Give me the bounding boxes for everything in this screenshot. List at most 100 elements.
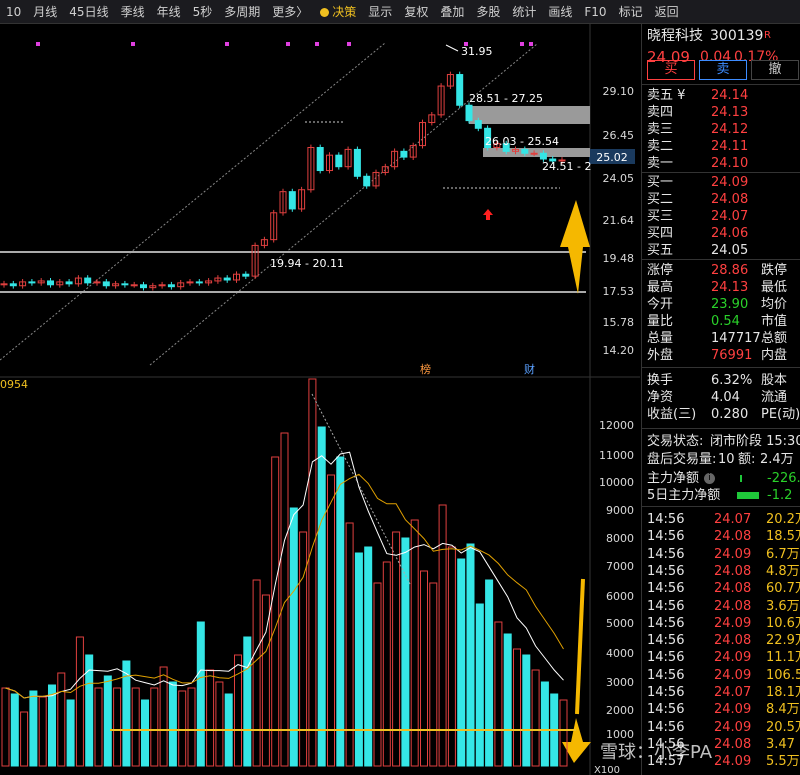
candle-body — [539, 152, 547, 160]
stat-label-2: 总额 — [761, 331, 788, 346]
candle-body — [84, 277, 92, 284]
kline-chart-area[interactable]: 29.10 26.45 24.05 21.64 19.48 17.53 15.78 14.20… — [0, 24, 640, 775]
divider — [642, 506, 800, 507]
volume-bar — [168, 681, 177, 767]
toolbar-item-6[interactable]: 多周期 — [218, 0, 266, 24]
sell-button[interactable]: 卖 — [699, 60, 747, 80]
toolbar-item-5[interactable]: 5秒 — [187, 0, 219, 24]
tick-row: 14:56 24.08 18.5万 — [642, 528, 800, 545]
volume-axis-label: 3000 — [606, 676, 634, 689]
toolbar-item-11[interactable]: 叠加 — [434, 0, 470, 24]
volume-bar — [48, 684, 56, 767]
candle-body — [363, 175, 371, 187]
capital-flow-label: 主力净额 — [647, 471, 700, 486]
toolbar-item-1[interactable]: 月线 — [27, 0, 63, 24]
toolbar-item-13[interactable]: 统计 — [506, 0, 542, 24]
ask-row: 卖二 24.11 — [642, 138, 800, 155]
volume-bar — [401, 537, 410, 767]
bid-label: 买一 — [647, 175, 674, 190]
volume-bar — [196, 621, 205, 767]
stat-label: 量比 — [647, 314, 674, 329]
ask-row: 卖五 ¥ 24.14 — [642, 87, 800, 104]
volume-bar — [420, 570, 428, 767]
toolbar-item-4[interactable]: 年线 — [151, 0, 187, 24]
volume-bar — [178, 690, 187, 767]
signal-marker — [131, 42, 135, 46]
toolbar-item-12[interactable]: 多股 — [470, 0, 506, 24]
price-axis-label: 15.78 — [603, 316, 635, 329]
volume-bar — [66, 699, 75, 767]
watermark-text: 雪球：小李PA — [600, 742, 713, 763]
stock-flag: R — [764, 30, 771, 41]
volume-bar — [382, 561, 391, 767]
trade-status-label: 交易状态: — [647, 434, 704, 449]
toolbar-item-0[interactable]: 10 — [0, 0, 27, 24]
toolbar-item-3[interactable]: 季线 — [115, 0, 151, 24]
tick-price: 24.08 — [714, 563, 752, 579]
red-up-arrow-icon — [483, 209, 493, 220]
tick-time: 14:56 — [647, 685, 685, 700]
ask-price: 24.12 — [711, 122, 749, 137]
volume-bar — [215, 681, 224, 767]
bid-row: 买一 24.09 — [642, 174, 800, 191]
ask-label: 卖二 — [647, 139, 674, 154]
tick-price: 24.07 — [714, 512, 752, 527]
candle-body — [158, 284, 166, 287]
info-icon[interactable]: i — [704, 473, 715, 484]
candle-body — [465, 104, 473, 122]
event-mark-bang: 榜 — [420, 362, 431, 376]
tick-volume: 11.1万 — [766, 650, 800, 666]
toolbar-item-9[interactable]: 显示 — [362, 0, 398, 24]
volume-bar — [327, 474, 335, 767]
resistance-zone-1 — [469, 106, 590, 124]
volume-bar — [559, 699, 568, 767]
candle-body — [0, 283, 8, 286]
stat-value: 28.86 — [711, 263, 749, 278]
volume-bar — [20, 711, 29, 767]
tick-time: 14:56 — [647, 702, 685, 718]
toolbar-item-17[interactable]: 返回 — [649, 0, 685, 24]
candle-body — [130, 284, 138, 287]
stat-row: 涨停 28.86 跌停 — [642, 262, 800, 279]
tick-time: 14:56 — [647, 719, 685, 735]
stat-value: 76991 — [711, 348, 753, 363]
quote-panel: 晓程科技 300139 R 24.09 0.04 0.17% 买 卖 撤 卖五 … — [641, 24, 800, 775]
toolbar-item-14[interactable]: 画线 — [542, 0, 578, 24]
toolbar-item-16[interactable]: 标记 — [613, 0, 649, 24]
volume-bar — [429, 582, 438, 767]
tick-time: 14:56 — [647, 598, 685, 614]
volume-bar — [336, 456, 345, 767]
volume-axis-label: 4000 — [606, 647, 634, 660]
toolbar-item-8[interactable]: 决策 — [314, 0, 362, 24]
zone-label: 24.51 - 2 — [542, 160, 591, 173]
volume-bar — [494, 621, 503, 767]
cancel-order-button[interactable]: 撤 — [751, 60, 799, 80]
volume-bar — [485, 579, 494, 767]
zone-label: 19.94 - 20.11 — [270, 257, 344, 270]
volume-axis-label: 11000 — [599, 449, 634, 462]
tick-volume: 22.9万 — [766, 633, 800, 649]
volume-bar — [206, 669, 215, 767]
volume-bar — [513, 648, 521, 767]
toolbar-item-2[interactable]: 45日线 — [63, 0, 114, 24]
stat-row: 今开 23.90 均价 — [642, 296, 800, 313]
buy-button[interactable]: 买 — [647, 60, 695, 80]
ask-price: 24.13 — [711, 105, 749, 120]
tick-volume: 18.5万 — [766, 529, 800, 545]
high-price-label: 31.95 — [461, 45, 493, 58]
tick-volume: 4.8万 — [766, 563, 800, 579]
tick-row: 14:56 24.09 20.5万 — [642, 719, 800, 736]
toolbar-item-15[interactable]: F10 — [578, 0, 612, 24]
kline-chart[interactable]: 29.10 26.45 24.05 21.64 19.48 17.53 15.78 14.20… — [0, 24, 640, 775]
tick-row: 14:56 24.09 6.7万 — [642, 546, 800, 563]
zone-label: 26.03 - 25.54 — [485, 135, 559, 148]
signal-marker — [225, 42, 229, 46]
tick-volume: 3.47 — [766, 736, 795, 752]
volume-bar — [373, 582, 382, 767]
candle-body — [102, 281, 110, 287]
high-pointer — [445, 44, 459, 52]
toolbar-item-label: 决策 — [332, 4, 357, 19]
toolbar-item-10[interactable]: 复权 — [398, 0, 434, 24]
toolbar-item-7[interactable]: 更多〉 — [266, 0, 314, 24]
tick-price: 24.08 — [714, 633, 752, 649]
